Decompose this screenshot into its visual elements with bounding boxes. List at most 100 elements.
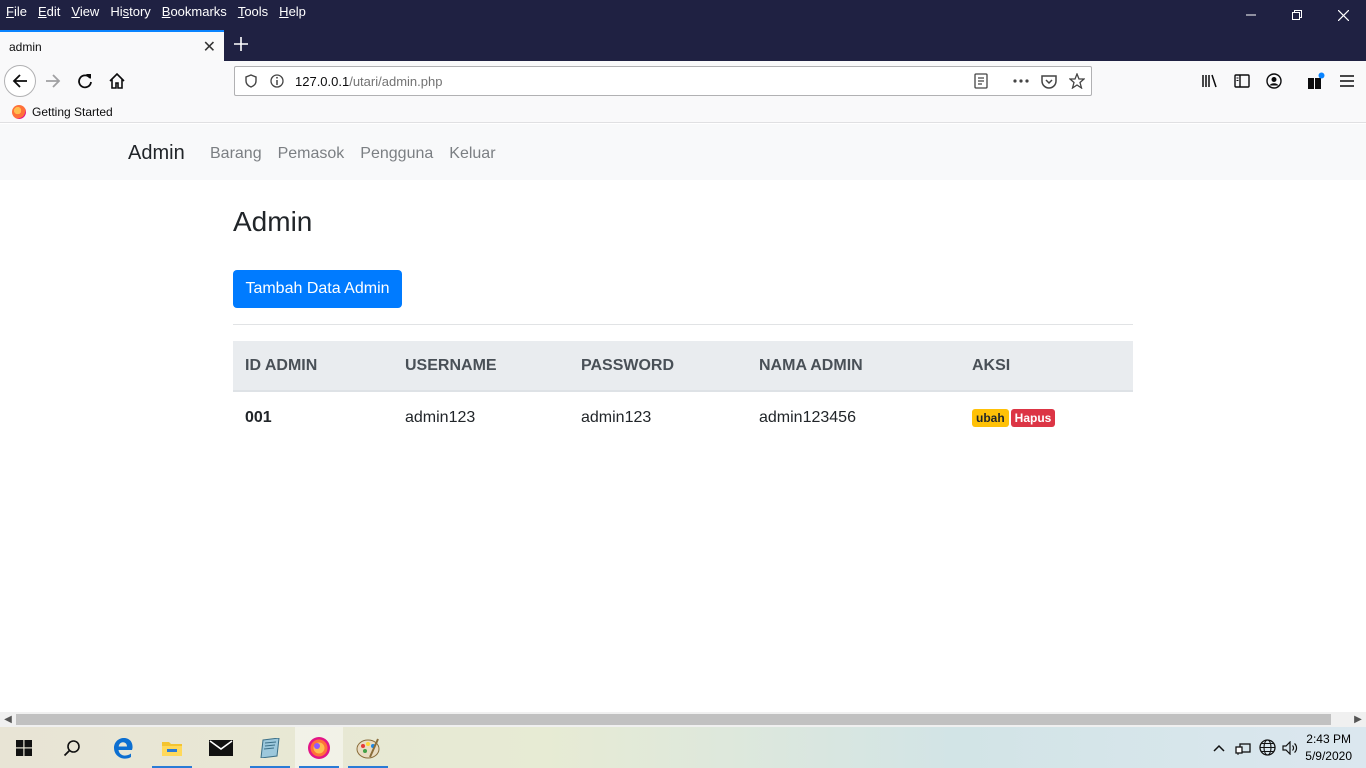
bookmark-star-icon[interactable]	[1069, 73, 1085, 89]
window-controls	[1228, 0, 1366, 30]
restore-button[interactable]	[1274, 0, 1320, 30]
nav-link-keluar[interactable]: Keluar	[449, 145, 495, 163]
reload-icon	[78, 74, 92, 89]
taskbar-paint[interactable]	[344, 727, 392, 768]
edit-badge-button[interactable]: ubah	[972, 408, 1009, 427]
account-button[interactable]	[1258, 65, 1290, 97]
page-actions-icon[interactable]	[1013, 79, 1029, 83]
new-tab-button[interactable]	[230, 32, 252, 56]
extensions-button[interactable]	[1300, 65, 1332, 97]
taskbar-file-explorer[interactable]	[148, 727, 196, 768]
edge-icon	[114, 737, 133, 759]
back-button[interactable]	[4, 65, 36, 97]
library-button[interactable]	[1194, 65, 1226, 97]
page-title: Admin	[233, 206, 313, 237]
scrollbar-thumb[interactable]	[16, 714, 1331, 725]
menu-edit[interactable]: Edit	[38, 4, 60, 19]
mail-icon	[209, 739, 233, 756]
windows-taskbar: 2:43 PM 5/9/2020	[0, 727, 1366, 768]
sidebar-button[interactable]	[1226, 65, 1258, 97]
add-admin-button[interactable]: Tambah Data Admin	[233, 270, 402, 308]
scroll-right-icon[interactable]: ▶	[1350, 712, 1366, 727]
taskbar-firefox[interactable]	[295, 727, 343, 768]
close-window-button[interactable]	[1320, 0, 1366, 30]
browser-tab-active[interactable]: admin ✕	[0, 30, 224, 61]
minimize-button[interactable]	[1228, 0, 1274, 30]
menu-tools[interactable]: Tools	[238, 4, 268, 19]
nav-link-barang[interactable]: Barang	[210, 145, 262, 163]
taskbar-edge[interactable]	[99, 727, 147, 768]
cell-id-admin: 001	[245, 408, 272, 426]
windows-start-icon	[16, 739, 32, 756]
back-arrow-icon	[12, 74, 27, 88]
table-row: 001 admin123 admin123 admin123456 ubah Ha…	[233, 391, 1133, 443]
column-header: PASSWORD	[569, 341, 747, 392]
home-button[interactable]	[101, 65, 133, 97]
menu-view[interactable]: View	[71, 4, 99, 19]
notepad-icon	[260, 737, 280, 758]
taskbar-mail[interactable]	[197, 727, 245, 768]
tab-close-icon[interactable]: ✕	[203, 37, 216, 57]
hamburger-menu-icon	[1340, 75, 1354, 87]
admin-table: ID ADMIN USERNAME PASSWORD NAMA ADMIN AK…	[233, 341, 1133, 443]
language-globe-icon[interactable]	[1259, 739, 1276, 756]
extensions-icon	[1308, 72, 1325, 89]
clock-date: 5/9/2020	[1305, 748, 1352, 763]
horizontal-scrollbar[interactable]: ◀ ▶	[0, 712, 1366, 727]
delete-badge-button[interactable]: Hapus	[1010, 408, 1056, 427]
site-info-icon[interactable]	[270, 74, 284, 88]
nav-link-pemasok[interactable]: Pemasok	[278, 145, 345, 163]
menu-bar: File Edit View History Bookmarks Tools H…	[0, 0, 317, 22]
bookmark-getting-started[interactable]: Getting Started	[32, 105, 113, 119]
taskbar-notepad[interactable]	[246, 727, 294, 768]
divider	[233, 324, 1133, 325]
column-header: NAMA ADMIN	[747, 341, 960, 392]
system-clock[interactable]: 2:43 PM 5/9/2020	[1305, 731, 1352, 765]
volume-icon[interactable]	[1282, 740, 1299, 755]
reload-button[interactable]	[69, 65, 101, 97]
cell-username: admin123	[405, 408, 476, 426]
column-header: AKSI	[960, 341, 1133, 392]
search-icon	[63, 739, 80, 756]
url-host: 127.0.0.1	[295, 73, 350, 89]
firefox-icon	[308, 736, 330, 759]
menu-file[interactable]: File	[6, 4, 27, 19]
taskbar-search-button[interactable]	[48, 727, 96, 768]
url-bar[interactable]: 127.0.0.1/utari/admin.php	[234, 66, 1092, 96]
table-header-row: ID ADMIN USERNAME PASSWORD NAMA ADMIN AK…	[233, 341, 1133, 392]
cell-password: admin123	[581, 408, 652, 426]
browser-toolbar: 127.0.0.1/utari/admin.php	[0, 61, 1366, 101]
app-menu-button[interactable]	[1331, 65, 1363, 97]
show-hidden-icons-icon[interactable]	[1213, 744, 1225, 752]
navbar-brand[interactable]: Admin	[128, 142, 185, 165]
nav-link-pengguna[interactable]: Pengguna	[360, 145, 433, 163]
system-tray: 2:43 PM 5/9/2020	[1213, 727, 1366, 768]
menu-help[interactable]: Help	[279, 4, 306, 19]
column-header: ID ADMIN	[233, 341, 393, 392]
tab-title: admin	[9, 39, 42, 54]
menu-bookmarks[interactable]: Bookmarks	[162, 4, 227, 19]
reader-view-icon[interactable]	[974, 73, 988, 89]
minimize-icon	[1246, 14, 1256, 16]
scroll-left-icon[interactable]: ◀	[0, 712, 16, 727]
bookmarks-toolbar: Getting Started	[0, 101, 1366, 123]
clock-time: 2:43 PM	[1306, 731, 1351, 746]
file-explorer-icon	[162, 741, 182, 756]
cell-nama-admin: admin123456	[759, 408, 856, 426]
tracking-shield-icon[interactable]	[244, 74, 258, 88]
column-header: USERNAME	[393, 341, 569, 392]
forward-button[interactable]	[37, 65, 69, 97]
restore-icon	[1292, 10, 1302, 20]
sidebar-icon	[1234, 74, 1250, 88]
network-icon[interactable]	[1235, 741, 1251, 755]
site-navbar: Admin Barang Pemasok Pengguna Keluar	[0, 124, 1366, 180]
firefox-logo-icon	[12, 104, 26, 119]
home-icon	[109, 73, 125, 89]
plus-icon	[234, 37, 248, 51]
navbar-links: Barang Pemasok Pengguna Keluar	[210, 145, 512, 163]
close-icon	[1337, 9, 1349, 21]
start-button[interactable]	[0, 727, 48, 768]
menu-history[interactable]: History	[110, 4, 150, 19]
url-text: 127.0.0.1/utari/admin.php	[295, 74, 442, 89]
pocket-icon[interactable]	[1041, 74, 1057, 89]
